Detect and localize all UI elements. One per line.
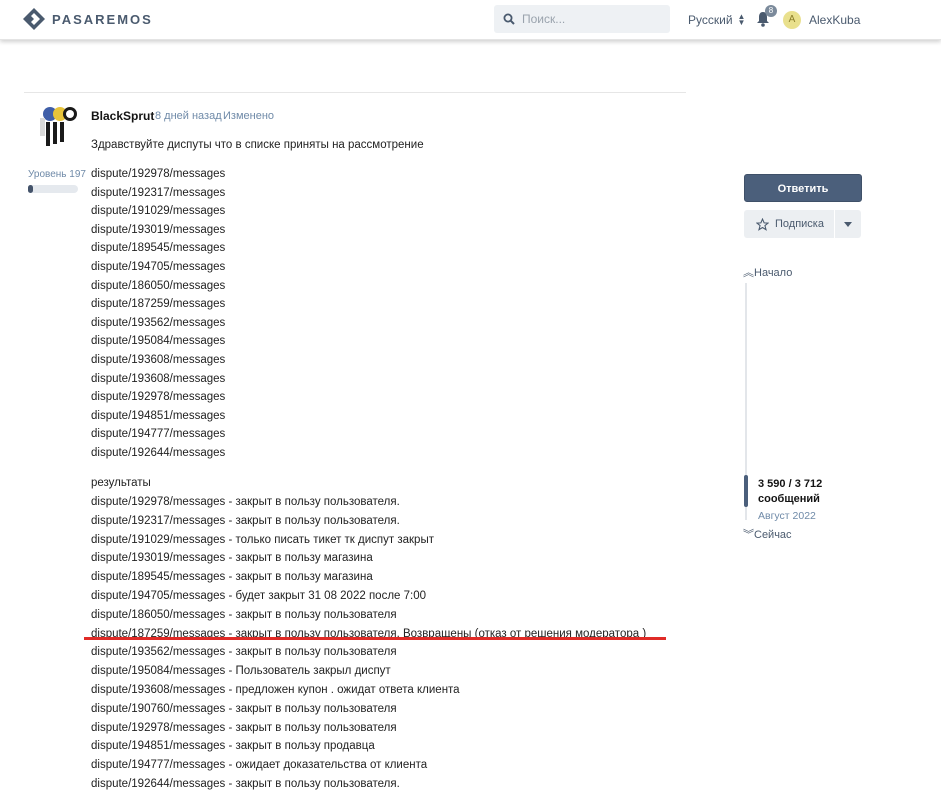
chevron-down-icon bbox=[844, 222, 852, 227]
result-item: dispute/191029/messages - только писать … bbox=[91, 533, 434, 546]
dispute-item: dispute/189545/messages bbox=[91, 242, 226, 255]
search-input[interactable]: Поиск... bbox=[494, 5, 670, 33]
notifications-button[interactable]: 8 bbox=[756, 5, 777, 32]
post-greeting: Здравствуйте диспуты что в списке принят… bbox=[91, 139, 424, 151]
result-item: dispute/193562/messages - закрыт в польз… bbox=[91, 646, 397, 659]
dispute-item: dispute/192978/messages bbox=[91, 391, 226, 404]
sort-arrows-icon: ▲ ▼ bbox=[737, 12, 746, 27]
dispute-item: dispute/194705/messages bbox=[91, 261, 226, 273]
result-item: dispute/192978/messages - закрыт в польз… bbox=[91, 496, 400, 508]
post-edited-link[interactable]: Изменено bbox=[223, 110, 274, 122]
search-icon bbox=[503, 13, 515, 25]
dispute-item: dispute/192644/messages bbox=[91, 447, 226, 459]
scrubber-date: Август 2022 bbox=[758, 510, 816, 522]
reply-button[interactable]: Ответить bbox=[744, 174, 862, 202]
dispute-item: dispute/191029/messages bbox=[91, 205, 226, 218]
author-avatar-image bbox=[36, 104, 80, 150]
result-item: dispute/195084/messages - Пользователь з… bbox=[91, 665, 391, 678]
scrubber-unit: сообщений bbox=[758, 493, 820, 505]
scrubber-position: 3 590 / 3 712 bbox=[758, 478, 823, 490]
star-icon bbox=[756, 217, 769, 231]
dispute-item: dispute/192317/messages bbox=[91, 186, 226, 199]
dispute-item: dispute/194777/messages bbox=[91, 428, 226, 441]
result-item: dispute/189545/messages - закрыт в польз… bbox=[91, 571, 373, 584]
jump-start-label: Начало bbox=[754, 267, 793, 279]
logo-text: PASAREMOS bbox=[52, 11, 153, 27]
language-label: Русский bbox=[688, 13, 733, 27]
user-level: Уровень 197 bbox=[28, 169, 86, 180]
subscribe-button[interactable]: Подписка bbox=[744, 210, 834, 238]
result-item: dispute/186050/messages - закрыт в польз… bbox=[91, 608, 397, 621]
dispute-item: dispute/193608/messages bbox=[91, 372, 226, 385]
result-item: dispute/192317/messages - закрыт в польз… bbox=[91, 514, 400, 527]
result-item: dispute/194777/messages - ожидает доказа… bbox=[91, 759, 428, 772]
notification-badge: 8 bbox=[765, 5, 777, 17]
username-link[interactable]: AlexKuba bbox=[809, 13, 860, 27]
dispute-item: dispute/194851/messages bbox=[91, 409, 226, 422]
result-item: dispute/194851/messages - закрыт в польз… bbox=[91, 740, 375, 753]
result-item: dispute/192644/messages - закрыт в польз… bbox=[91, 778, 400, 790]
double-chevron-down-icon: ︾ bbox=[743, 529, 754, 541]
result-item: dispute/192978/messages - закрыт в польз… bbox=[91, 721, 397, 734]
thread-scrubber-handle[interactable] bbox=[744, 475, 748, 507]
results-heading: результаты bbox=[91, 477, 151, 489]
subscribe-label: Подписка bbox=[775, 218, 824, 230]
dispute-item: dispute/193019/messages bbox=[91, 223, 226, 236]
dispute-item: dispute/186050/messages bbox=[91, 279, 226, 292]
search-placeholder: Поиск... bbox=[522, 12, 566, 26]
subscribe-dropdown-button[interactable] bbox=[835, 210, 861, 238]
jump-now-label: Сейчас bbox=[754, 529, 792, 541]
dispute-item: dispute/193562/messages bbox=[91, 316, 226, 329]
highlight-underline bbox=[84, 637, 666, 640]
author-avatar[interactable] bbox=[36, 104, 80, 150]
level-progress-bar bbox=[28, 185, 78, 193]
top-header: PASAREMOS Поиск... Русский ▲ ▼ 8 A AlexKu… bbox=[0, 0, 941, 40]
language-selector[interactable]: Русский ▲ ▼ bbox=[688, 12, 746, 28]
site-logo[interactable]: PASAREMOS bbox=[23, 8, 153, 30]
dispute-item: dispute/193608/messages bbox=[91, 354, 226, 366]
jump-to-now-link[interactable]: ︾Сейчас bbox=[743, 526, 792, 542]
result-item: dispute/194705/messages - будет закрыт 3… bbox=[91, 590, 426, 602]
post-author[interactable]: BlackSprut bbox=[91, 109, 154, 123]
jump-to-start-link[interactable]: ︽Начало bbox=[743, 264, 792, 280]
double-chevron-up-icon: ︽ bbox=[743, 267, 754, 279]
post-divider bbox=[24, 92, 686, 93]
post-date[interactable]: 8 дней назад bbox=[155, 110, 222, 122]
dispute-item: dispute/192978/messages bbox=[91, 168, 226, 180]
logo-icon bbox=[23, 8, 45, 30]
level-progress-fill bbox=[28, 185, 33, 193]
dispute-item: dispute/195084/messages bbox=[91, 335, 226, 348]
result-item: dispute/190760/messages - закрыт в польз… bbox=[91, 702, 397, 715]
result-item: dispute/193019/messages - закрыт в польз… bbox=[91, 552, 373, 565]
result-item: dispute/193608/messages - предложен купо… bbox=[91, 684, 460, 696]
user-avatar[interactable]: A bbox=[783, 11, 801, 29]
dispute-item: dispute/187259/messages bbox=[91, 298, 226, 311]
